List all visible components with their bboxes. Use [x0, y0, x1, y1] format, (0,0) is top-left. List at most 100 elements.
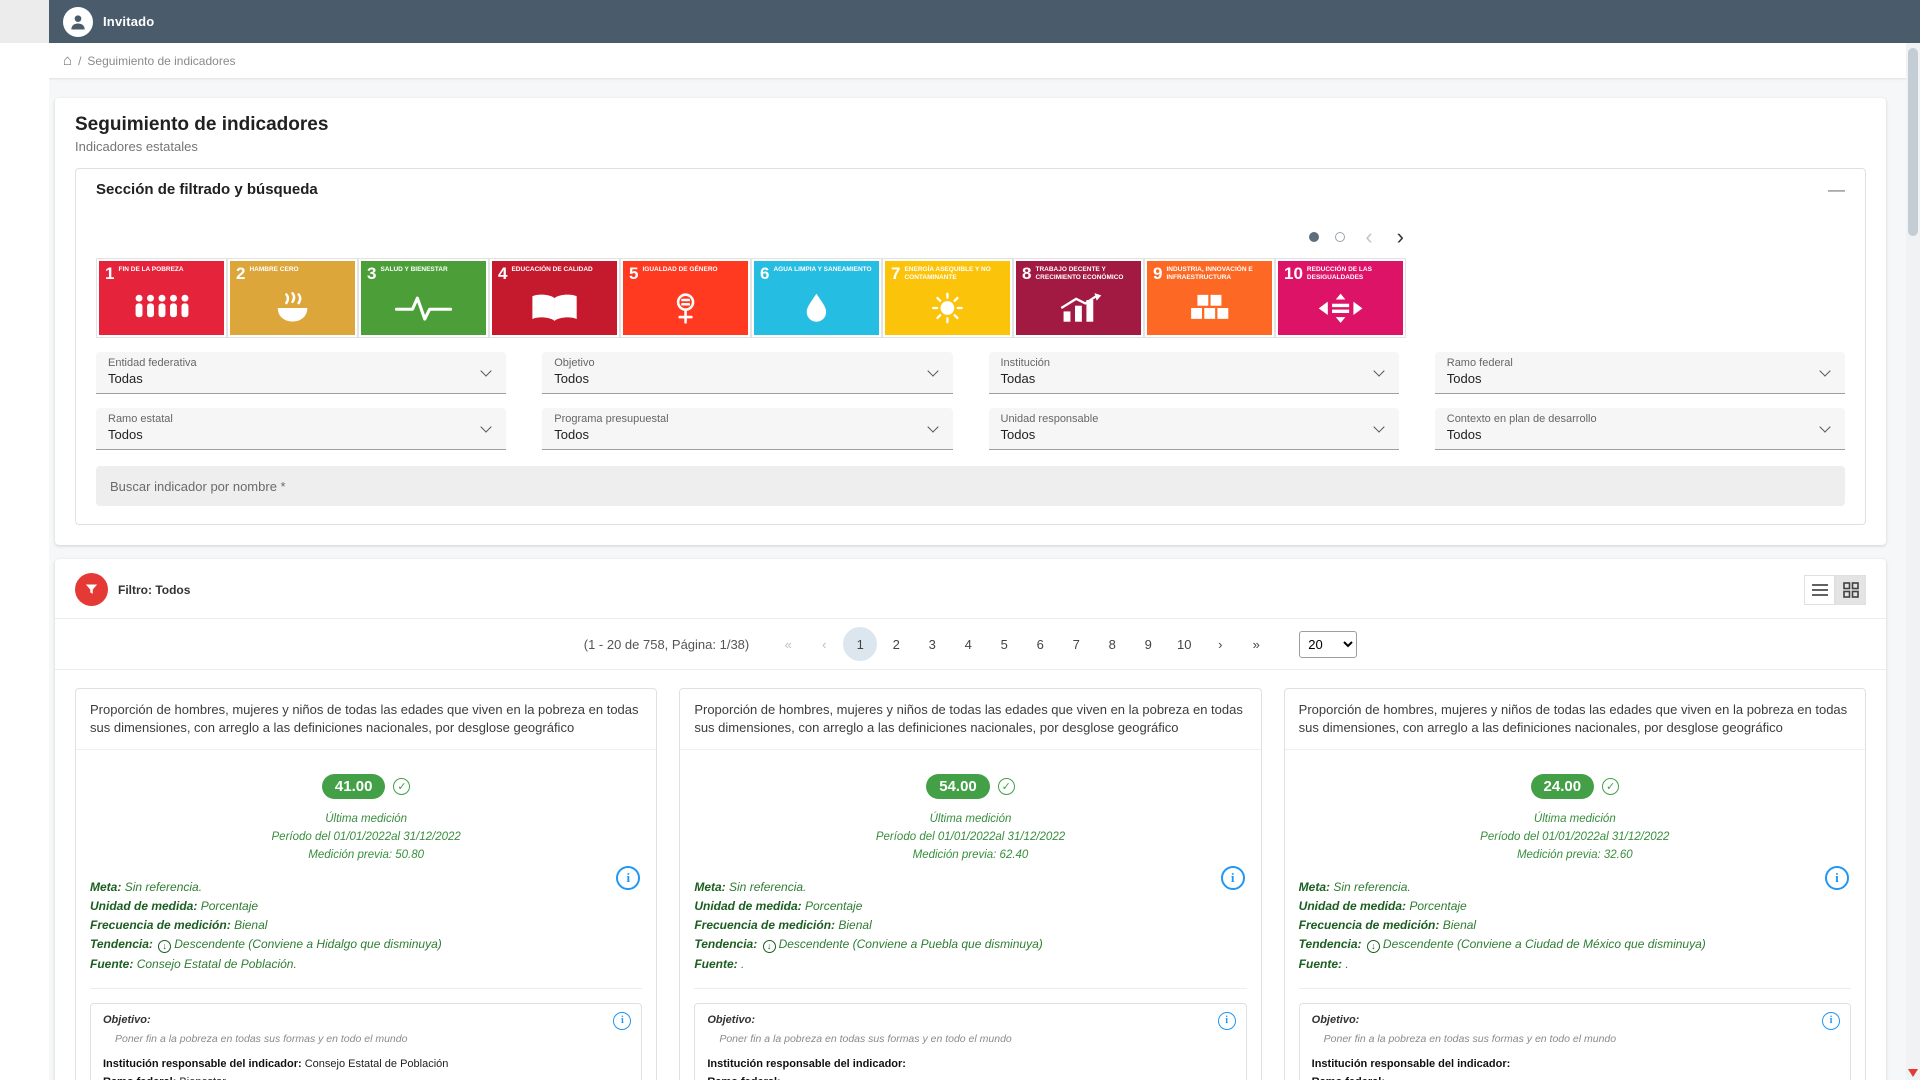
detail-line: Meta: Sin referencia.	[1299, 878, 1811, 897]
page-size-select[interactable]: 20	[1299, 631, 1357, 658]
carousel-dot-1[interactable]	[1309, 232, 1319, 242]
pagination-summary: (1 - 20 de 758, Página: 1/38)	[584, 637, 750, 652]
info-icon[interactable]: i	[1221, 866, 1245, 890]
select-label: Institución	[1001, 357, 1387, 369]
select-institucion[interactable]: Institución Todas	[989, 352, 1399, 394]
select-ramo-estatal[interactable]: Ramo estatalTodos	[96, 408, 506, 450]
first-page-button[interactable]: «	[771, 627, 805, 661]
sdg-carousel: 1 FIN DE LA POBREZA 2HAMBRE CERO 3 SALUD Y B…	[96, 258, 1408, 338]
people-icon	[105, 282, 218, 333]
sdg-tile-9[interactable]: 9INDUSTRIA, INNOVACIÓN E INFRAESTRUCTURA	[1144, 258, 1275, 338]
home-icon[interactable]: ⌂	[63, 53, 72, 68]
measure-period: Período del 01/01/2022al 31/12/2022	[90, 829, 642, 847]
select-label: Objetivo	[554, 357, 940, 369]
prev-page-button[interactable]: ‹	[807, 627, 841, 661]
page-button-10[interactable]: 10	[1167, 627, 1201, 661]
sdg-tile-5[interactable]: 5IGUALDAD DE GÉNERO	[620, 258, 751, 338]
sdg-label: IGUALDAD DE GÉNERO	[642, 266, 717, 274]
select-contexto-en-plan-de-desarrollo[interactable]: Contexto en plan de desarrolloTodos	[1435, 408, 1845, 450]
objective-text: Poner fin a la pobreza en todas sus form…	[115, 1033, 629, 1045]
view-toggles	[1804, 575, 1866, 605]
sdg-tile-8[interactable]: 8TRABAJO DECENTE Y CRECIMIENTO ECONÓMICO	[1013, 258, 1144, 338]
scrollbar-thumb[interactable]	[1908, 48, 1918, 236]
page-button-6[interactable]: 6	[1023, 627, 1057, 661]
page-button-9[interactable]: 9	[1131, 627, 1165, 661]
book-icon	[498, 282, 611, 333]
sdg-tile-7[interactable]: 7ENERGÍA ASEQUIBLE Y NO CONTAMINANTE	[882, 258, 1013, 338]
detail-line: Fuente: .	[694, 955, 1206, 974]
detail-value: Sin referencia.	[1333, 880, 1410, 894]
breadcrumb-current[interactable]: Seguimiento de indicadores	[87, 54, 235, 68]
sdg-number: 1	[105, 265, 114, 282]
grid-icon	[1843, 582, 1859, 598]
last-page-button[interactable]: »	[1239, 627, 1273, 661]
user-avatar-icon[interactable]	[63, 7, 93, 37]
page-button-1[interactable]: 1	[843, 627, 877, 661]
carousel-next-icon[interactable]: ›	[1393, 226, 1408, 248]
card-field: Institución responsable del indicador:	[1312, 1055, 1838, 1073]
info-icon[interactable]: i	[613, 1012, 631, 1030]
sdg-tile-1[interactable]: 1 FIN DE LA POBREZA	[96, 258, 227, 338]
select-unidad-responsable[interactable]: Unidad responsableTodos	[989, 408, 1399, 450]
check-circle-icon: ✓	[1602, 778, 1619, 795]
sdg-label: SALUD Y BIENESTAR	[380, 266, 447, 274]
sidebar-toggle-area[interactable]	[0, 0, 49, 43]
page-button-2[interactable]: 2	[879, 627, 913, 661]
info-icon[interactable]: i	[1218, 1012, 1236, 1030]
sdg-number: 4	[498, 265, 507, 282]
sdg-tile-10[interactable]: 10REDUCCIÓN DE LAS DESIGUALDADES	[1275, 258, 1406, 338]
card-field: Institución responsable del indicador: C…	[103, 1055, 629, 1073]
carousel-controls: ‹ ›	[96, 226, 1408, 248]
left-strip	[0, 0, 49, 1080]
select-value: Todas	[108, 371, 494, 386]
detail-value: Porcentaje	[201, 899, 258, 913]
check-circle-icon: ✓	[998, 778, 1015, 795]
detail-value: Bienal	[234, 918, 267, 932]
last-measure-label: Última medición	[90, 811, 642, 829]
select-programa-presupuestal[interactable]: Programa presupuestalTodos	[542, 408, 952, 450]
next-page-button[interactable]: ›	[1203, 627, 1237, 661]
detail-value: Descendente (Conviene a Hidalgo que dism…	[174, 937, 442, 951]
page-button-4[interactable]: 4	[951, 627, 985, 661]
select-value: Todas	[1001, 371, 1387, 386]
sdg-tile-4[interactable]: 4EDUCACIÓN DE CALIDAD	[489, 258, 620, 338]
scroll-down-arrow-icon[interactable]	[1908, 1069, 1918, 1077]
select-value: Todos	[1447, 371, 1833, 386]
sdg-number: 3	[367, 265, 376, 282]
search-indicator-field[interactable]: Buscar indicador por nombre *	[96, 466, 1845, 506]
sdg-label: FIN DE LA POBREZA	[118, 266, 183, 274]
grid-view-button[interactable]	[1835, 575, 1866, 605]
sdg-tile-3[interactable]: 3 SALUD Y BIENESTAR	[358, 258, 489, 338]
detail-line: Tendencia: ↓Descendente (Conviene a Hida…	[90, 935, 602, 954]
sdg-number: 6	[760, 265, 769, 282]
card-field-label: Institución responsable del indicador:	[1312, 1058, 1511, 1070]
select-objetivo[interactable]: ObjetivoTodos	[542, 352, 952, 394]
detail-line: Unidad de medida: Porcentaje	[694, 897, 1206, 916]
collapse-filter-button[interactable]: —	[1828, 181, 1845, 198]
card-field-label: Ramo federal:	[1312, 1076, 1385, 1080]
select-ramo-federal[interactable]: Ramo federalTodos	[1435, 352, 1845, 394]
detail-value: Bienal	[838, 918, 871, 932]
select-entidad-federativa[interactable]: Entidad federativaTodas	[96, 352, 506, 394]
indicator-value-badge: 54.00	[926, 774, 990, 799]
last-measure-label: Última medición	[1299, 811, 1851, 829]
page-button-8[interactable]: 8	[1095, 627, 1129, 661]
page-button-5[interactable]: 5	[987, 627, 1021, 661]
page-button-3[interactable]: 3	[915, 627, 949, 661]
sdg-tile-6[interactable]: 6AGUA LIMPIA Y SANEAMIENTO	[751, 258, 882, 338]
carousel-dot-2[interactable]	[1335, 232, 1345, 242]
carousel-prev-icon[interactable]: ‹	[1361, 226, 1376, 248]
indicator-title: Proporción de hombres, mujeres y niños d…	[76, 689, 656, 750]
trend-down-icon: ↓	[158, 940, 171, 953]
sdg-tile-2[interactable]: 2HAMBRE CERO	[227, 258, 358, 338]
trend-down-icon: ↓	[763, 940, 776, 953]
page-button-7[interactable]: 7	[1059, 627, 1093, 661]
divider	[1299, 988, 1851, 989]
indicator-value-badge: 24.00	[1531, 774, 1595, 799]
info-icon[interactable]: i	[1822, 1012, 1840, 1030]
sdg-carousel-wrap: ‹ › 1 FIN DE LA POBREZA 2HAMBRE CERO 3 SALUD…	[96, 226, 1408, 338]
list-view-button[interactable]	[1804, 575, 1835, 605]
scrollbar[interactable]	[1906, 43, 1920, 1080]
card-field: Ramo federal:	[707, 1073, 1233, 1080]
select-label: Ramo estatal	[108, 413, 494, 425]
